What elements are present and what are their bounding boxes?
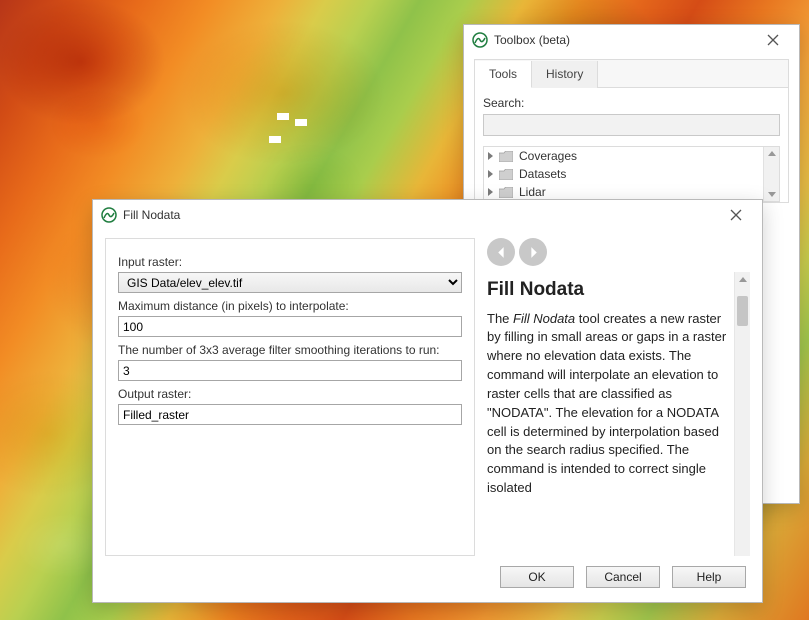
- help-heading: Fill Nodata: [487, 276, 730, 304]
- tool-tree[interactable]: Coverages Datasets Lidar: [483, 146, 780, 202]
- output-raster-label: Output raster:: [118, 387, 462, 401]
- dialog-close-button[interactable]: [716, 201, 756, 229]
- help-back-button[interactable]: [487, 238, 515, 266]
- chevron-right-icon: [488, 152, 493, 160]
- app-logo-icon: [101, 207, 117, 223]
- search-input[interactable]: [483, 114, 780, 136]
- help-body: The Fill Nodata tool creates a new raste…: [487, 310, 730, 498]
- arrow-right-icon: [527, 246, 540, 259]
- dialog-titlebar[interactable]: Fill Nodata: [93, 200, 762, 230]
- toolbox-title: Toolbox (beta): [494, 33, 570, 47]
- toolbox-titlebar[interactable]: Toolbox (beta): [464, 25, 799, 55]
- folder-icon: [499, 169, 513, 180]
- scrollbar-thumb[interactable]: [737, 296, 748, 326]
- help-button[interactable]: Help: [672, 566, 746, 588]
- help-content: Fill Nodata The Fill Nodata tool creates…: [487, 272, 734, 556]
- chevron-right-icon: [488, 188, 493, 196]
- folder-icon: [499, 187, 513, 198]
- arrow-left-icon: [495, 246, 508, 259]
- parameters-panel: Input raster: GIS Data/elev_elev.tif Max…: [105, 238, 475, 556]
- help-panel: Fill Nodata The Fill Nodata tool creates…: [487, 238, 750, 556]
- help-forward-button[interactable]: [519, 238, 547, 266]
- nodata-pixel: [269, 136, 281, 143]
- fill-nodata-dialog: Fill Nodata Input raster: GIS Data/elev_…: [92, 199, 763, 603]
- toolbox-close-button[interactable]: [753, 26, 793, 54]
- tree-scrollbar[interactable]: [763, 147, 779, 201]
- cancel-button[interactable]: Cancel: [586, 566, 660, 588]
- tree-item-label: Coverages: [519, 149, 577, 163]
- iterations-label: The number of 3x3 average filter smoothi…: [118, 343, 462, 357]
- chevron-right-icon: [488, 170, 493, 178]
- app-logo-icon: [472, 32, 488, 48]
- tree-item-label: Lidar: [519, 185, 546, 199]
- max-distance-label: Maximum distance (in pixels) to interpol…: [118, 299, 462, 313]
- toolbox-panel: Tools History Search: Coverages Datasets: [474, 59, 789, 203]
- folder-icon: [499, 151, 513, 162]
- search-label: Search:: [483, 96, 780, 110]
- max-distance-input[interactable]: [118, 316, 462, 337]
- close-icon: [767, 34, 779, 46]
- tree-item-coverages[interactable]: Coverages: [484, 147, 779, 165]
- help-scrollbar[interactable]: [734, 272, 750, 556]
- dialog-button-row: OK Cancel Help: [93, 556, 762, 602]
- ok-button[interactable]: OK: [500, 566, 574, 588]
- iterations-input[interactable]: [118, 360, 462, 381]
- tree-item-datasets[interactable]: Datasets: [484, 165, 779, 183]
- nodata-pixel: [277, 113, 289, 120]
- tab-history[interactable]: History: [532, 61, 598, 88]
- dialog-title: Fill Nodata: [123, 208, 180, 222]
- nodata-pixel: [295, 119, 307, 126]
- tab-tools[interactable]: Tools: [475, 61, 532, 88]
- input-raster-select[interactable]: GIS Data/elev_elev.tif: [118, 272, 462, 293]
- tree-item-label: Datasets: [519, 167, 566, 181]
- toolbox-tabs: Tools History: [475, 60, 788, 88]
- output-raster-input[interactable]: [118, 404, 462, 425]
- close-icon: [730, 209, 742, 221]
- input-raster-label: Input raster:: [118, 255, 462, 269]
